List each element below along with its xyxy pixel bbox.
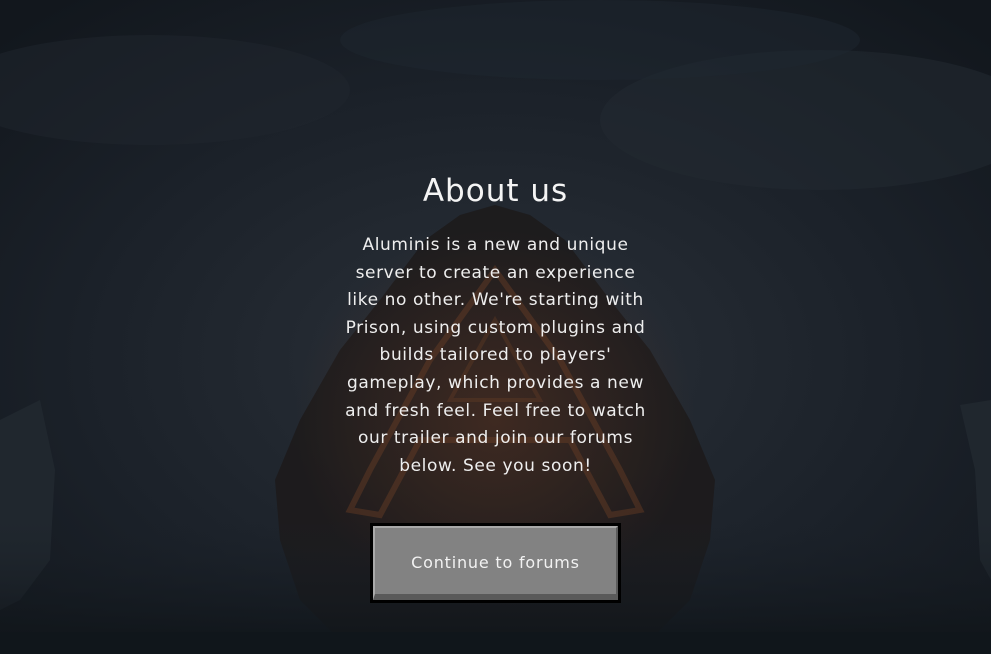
about-heading: About us [422,173,569,209]
continue-to-forums-button[interactable]: Continue to forums [370,523,621,603]
about-description: Aluminis is a new and unique server to c… [345,235,646,476]
about-section: About us Aluminis is a new and unique se… [0,0,991,654]
continue-to-forums-label: Continue to forums [373,526,618,600]
